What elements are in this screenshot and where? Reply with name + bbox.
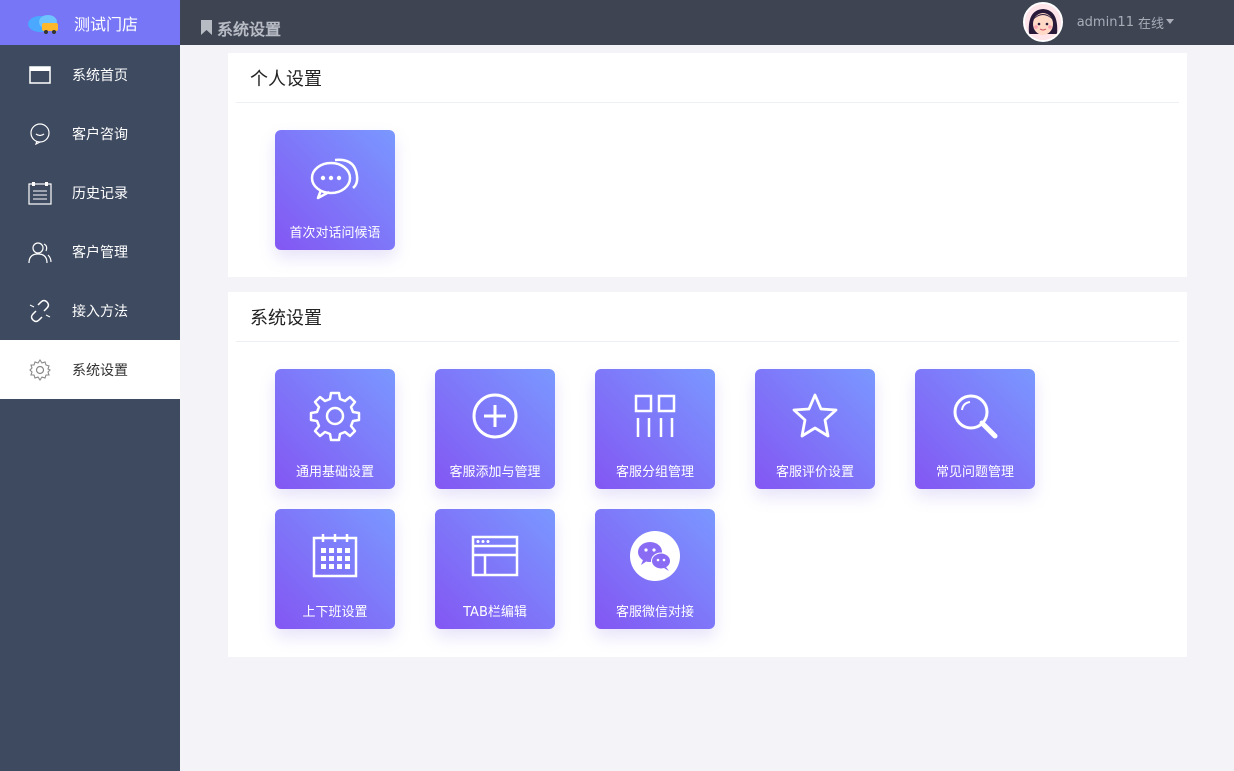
tile-shift-settings[interactable]: 上下班设置 [275,509,395,629]
breadcrumb-label: 系统设置 [217,19,282,39]
tile-tab-editor[interactable]: TAB栏编辑 [435,509,555,629]
tile-label: 常见问题管理 [935,465,1014,480]
user-name: admin11 [1076,14,1134,30]
users-icon [28,240,52,264]
tile-wechat-integration[interactable]: 客服微信对接 [595,509,715,629]
calendar-icon [275,531,395,581]
sidebar-item-customers[interactable]: 客户管理 [0,222,180,281]
sidebar-item-history[interactable]: 历史记录 [0,163,180,222]
browser-window-icon [435,531,555,581]
panel-title: 系统设置 [236,292,1179,342]
sidebar-item-label: 客户咨询 [72,126,128,143]
tile-label: 客服微信对接 [615,605,694,620]
tile-faq-management[interactable]: 常见问题管理 [915,369,1035,489]
tile-general-settings[interactable]: 通用基础设置 [275,369,395,489]
tile-label: 上下班设置 [302,605,368,620]
brand-name: 测试门店 [74,14,139,34]
tile-label: 客服分组管理 [615,465,694,480]
sidebar-item-label: 历史记录 [72,185,128,202]
window-icon [28,63,52,87]
search-icon [915,391,1035,441]
bookmark-icon [201,20,212,35]
sidebar-item-consult[interactable]: 客户咨询 [0,104,180,163]
breadcrumb: 系统设置 [200,16,281,40]
tile-label: 通用基础设置 [295,465,374,480]
sidebar-item-home[interactable]: 系统首页 [0,45,180,104]
tile-label: TAB栏编辑 [463,605,527,620]
link-icon [28,299,52,323]
gear-icon [28,358,52,382]
tile-label: 首次对话问候语 [289,226,381,241]
brand-header[interactable]: 测试门店 [0,0,180,45]
sidebar-item-label: 客户管理 [72,244,128,261]
tile-rating-settings[interactable]: 客服评价设置 [755,369,875,489]
panel-title: 个人设置 [236,53,1179,103]
gear-icon [275,391,395,442]
tile-agent-management[interactable]: 客服添加与管理 [435,369,555,489]
star-icon [755,391,875,441]
chat-bubble-icon [28,122,52,146]
group-grid-icon [595,391,715,441]
calendar-list-icon [28,181,52,205]
tile-greeting[interactable]: 首次对话问候语 [275,130,395,250]
caret-down-icon [1166,19,1174,24]
tile-group-management[interactable]: 客服分组管理 [595,369,715,489]
personal-settings-panel: 个人设置 首次对话问候语 [228,53,1187,277]
user-status: 在线 [1137,16,1164,32]
sidebar-item-settings[interactable]: 系统设置 [0,340,180,399]
sidebar-item-label: 接入方法 [72,303,128,320]
user-menu[interactable]: admin11 在线 [1022,2,1174,42]
sidebar-item-access[interactable]: 接入方法 [0,281,180,340]
avatar[interactable] [1022,2,1063,42]
sidebar-item-label: 系统设置 [72,362,128,379]
sidebar: 测试门店 系统首页 客户咨询 历史记录 客户管理 接入方法 系统设置 [0,0,180,771]
wechat-icon [595,531,715,581]
system-settings-panel: 系统设置 通用基础设置 客服添加与管理 客服分组管理 客服评价设置 常见问题管理 [228,292,1187,657]
plus-circle-icon [435,391,555,441]
logo-icon [28,14,58,34]
tile-label: 客服评价设置 [775,465,854,480]
sidebar-item-label: 系统首页 [72,67,128,84]
chat-dots-icon [275,152,395,202]
top-bar: 系统设置 admin11 在线 [180,0,1234,45]
tile-label: 客服添加与管理 [449,465,541,480]
